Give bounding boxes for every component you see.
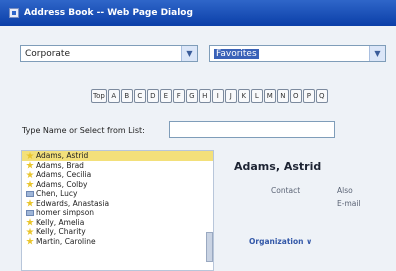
contact-list[interactable]: Adams, Astrid Adams, Brad Adams, Cecilia Ad…	[21, 150, 214, 271]
alphabet-button-m[interactable]: M	[263, 89, 276, 103]
search-input[interactable]	[169, 121, 335, 138]
alphabet-button-b[interactable]: B	[120, 89, 133, 103]
alphabet-button-q[interactable]: Q	[315, 89, 328, 103]
group-select[interactable]: Favorites ▼	[209, 45, 386, 62]
alphabet-button-f[interactable]: F	[172, 89, 185, 103]
title-bar: Address Book -- Web Page Dialog	[0, 0, 396, 26]
contact-name: Adams, Brad	[36, 160, 84, 170]
alphabet-button-n[interactable]: N	[276, 89, 289, 103]
contact-card-icon	[26, 209, 34, 216]
contact-card-icon	[26, 190, 34, 197]
alphabet-button-h[interactable]: H	[198, 89, 211, 103]
alphabet-button-a[interactable]: A	[107, 89, 120, 103]
organization-toggle[interactable]: Organization ∨	[249, 237, 312, 246]
star-icon	[26, 218, 34, 226]
directory-select[interactable]: Corporate ▼	[20, 45, 198, 62]
list-item[interactable]: Kelly, Charity	[22, 227, 213, 237]
list-item[interactable]: Martin, Caroline	[22, 237, 213, 247]
contact-name: Martin, Caroline	[36, 236, 96, 246]
contact-label: Contact	[271, 186, 301, 195]
chevron-down-icon[interactable]: ▼	[369, 46, 385, 61]
star-icon	[26, 237, 34, 245]
star-icon	[26, 180, 34, 188]
search-label: Type Name or Select from List:	[22, 126, 145, 135]
alphabet-button-i[interactable]: I	[211, 89, 224, 103]
alphabet-button-k[interactable]: K	[237, 89, 250, 103]
address-book-icon	[9, 8, 19, 18]
contact-name: homer simpson	[36, 208, 95, 218]
alphabet-button-e[interactable]: E	[159, 89, 172, 103]
list-item[interactable]: Edwards, Anastasia	[22, 199, 213, 209]
list-item[interactable]: Adams, Brad	[22, 161, 213, 171]
alphabet-button-d[interactable]: D	[146, 89, 159, 103]
contact-field-email: E-mail	[337, 199, 361, 208]
alphabet-button-c[interactable]: C	[133, 89, 146, 103]
contact-name: Edwards, Anastasia	[36, 198, 110, 208]
contact-name: Kelly, Amelia	[36, 217, 85, 227]
contact-detail-name: Adams, Astrid	[234, 160, 322, 173]
directory-select-value: Corporate	[25, 48, 70, 59]
list-item[interactable]: Adams, Astrid	[22, 151, 213, 161]
chevron-down-icon[interactable]: ▼	[181, 46, 197, 61]
star-icon	[26, 170, 34, 179]
group-select-value: Favorites	[214, 48, 259, 59]
star-icon	[26, 199, 34, 207]
alphabet-button-l[interactable]: L	[250, 89, 263, 103]
window-title: Address Book -- Web Page Dialog	[24, 8, 193, 18]
contact-name: Adams, Astrid	[36, 151, 89, 161]
alphabet-button-g[interactable]: G	[185, 89, 198, 103]
star-icon	[26, 151, 34, 160]
alphabet-button-top[interactable]: Top	[91, 89, 107, 103]
contact-field-also: Also	[337, 186, 353, 195]
contact-name: Chen, Lucy	[36, 189, 78, 199]
list-item[interactable]: homer simpson	[22, 208, 213, 218]
alphabet-button-o[interactable]: O	[289, 89, 302, 103]
list-item[interactable]: Chen, Lucy	[22, 189, 213, 199]
contact-name: Adams, Cecilia	[36, 170, 92, 180]
alphabet-button-j[interactable]: J	[224, 89, 237, 103]
contact-name: Adams, Colby	[36, 179, 88, 189]
alphabet-button-p[interactable]: P	[302, 89, 315, 103]
list-item[interactable]: Adams, Cecilia	[22, 170, 213, 180]
list-item[interactable]: Kelly, Amelia	[22, 218, 213, 228]
star-icon	[26, 161, 34, 169]
alphabet-filter: Top A B C D E F G H I J K L M N O P Q	[91, 89, 328, 103]
list-scrollbar-thumb[interactable]	[206, 232, 213, 262]
star-icon	[26, 227, 34, 236]
contact-name: Kelly, Charity	[36, 227, 86, 237]
list-item[interactable]: Adams, Colby	[22, 180, 213, 190]
